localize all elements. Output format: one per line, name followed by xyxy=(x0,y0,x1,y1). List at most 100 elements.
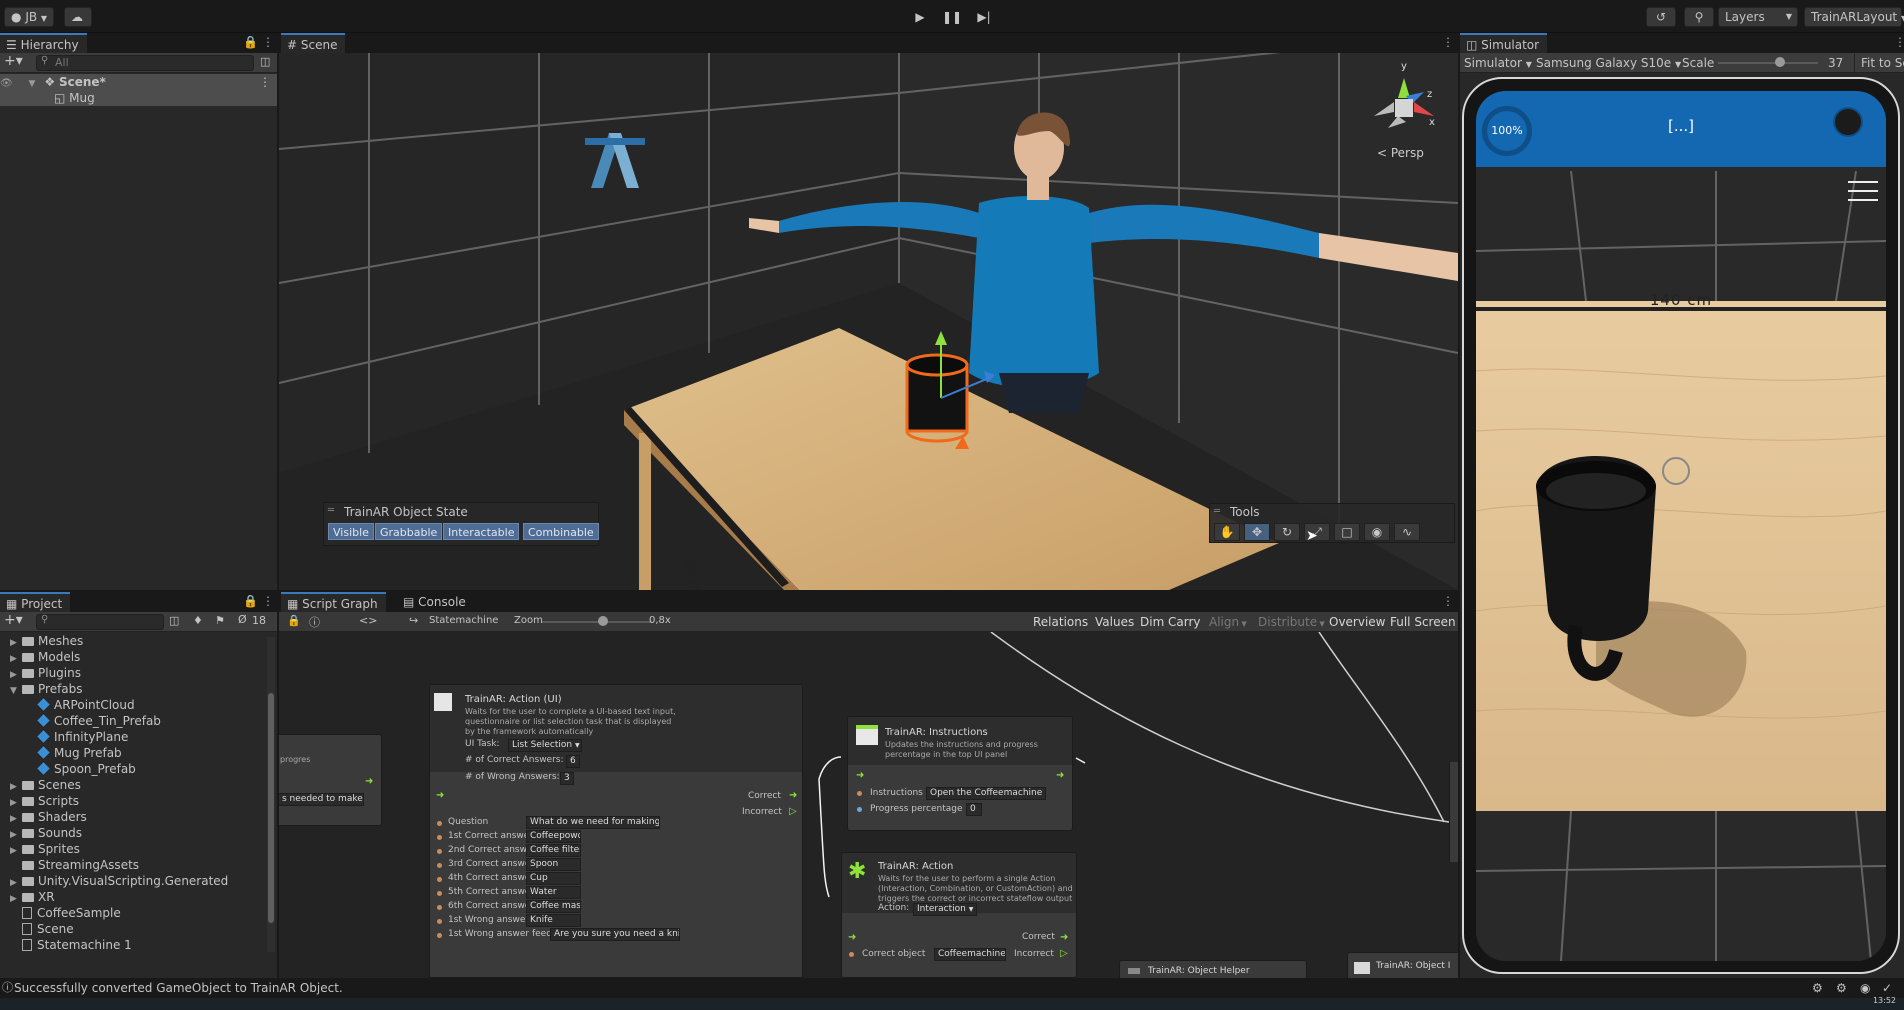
distribute-dropdown[interactable]: Distribute ▼ xyxy=(1255,614,1328,630)
simulator-mode-dropdown[interactable]: Simulator ▼ xyxy=(1464,54,1532,72)
drag-handle-icon[interactable]: ═ xyxy=(328,505,334,516)
port-dot[interactable] xyxy=(437,863,442,868)
rotate-tool-button[interactable]: ↻ xyxy=(1274,523,1300,541)
hamburger-menu-button[interactable] xyxy=(1848,181,1878,203)
hierarchy-object-mug[interactable]: ◱ Mug xyxy=(0,90,277,106)
carry-button[interactable]: Carry xyxy=(1165,614,1204,630)
kebab-menu-icon[interactable]: ⋮ xyxy=(1894,35,1904,49)
project-item[interactable]: StreamingAssets xyxy=(0,857,266,873)
project-item[interactable]: Mug Prefab xyxy=(0,745,266,761)
zoom-slider-thumb[interactable] xyxy=(597,616,608,626)
project-item[interactable]: ▶ Plugins xyxy=(0,665,266,681)
project-item[interactable]: ARPointCloud xyxy=(0,697,266,713)
port-dot[interactable] xyxy=(437,919,442,924)
search-button[interactable]: ⚲ xyxy=(1684,7,1714,27)
project-item[interactable]: Statemachine 1 xyxy=(0,937,266,953)
graph-node-object[interactable]: TrainAR: Object I xyxy=(1347,952,1458,978)
progress-percentage-field[interactable]: 0 xyxy=(966,803,982,816)
port-dot[interactable] xyxy=(437,905,442,910)
correct-object-field[interactable]: Coffeemachine xyxy=(934,948,1006,961)
overview-button[interactable]: Overview xyxy=(1326,614,1389,630)
projection-label[interactable]: < Persp xyxy=(1377,146,1424,160)
project-item[interactable]: Spoon_Prefab xyxy=(0,761,266,777)
tab-script-graph[interactable]: ▦ Script Graph xyxy=(281,592,386,612)
code-icon[interactable]: <> xyxy=(359,614,377,627)
tab-hierarchy[interactable]: ☰ Hierarchy xyxy=(0,33,87,53)
field-value[interactable]: What do we need for making coffe xyxy=(526,816,660,829)
graph-node-partial-left[interactable]: progres ➜ s needed to make xyxy=(279,734,382,826)
port-dot[interactable] xyxy=(437,849,442,854)
project-scrollbar[interactable] xyxy=(267,637,275,952)
scene-viewport[interactable]: y z x < Persp 140 cm ═ TrainAR Object St… xyxy=(279,53,1458,590)
project-search-input[interactable] xyxy=(36,614,164,630)
layers-dropdown[interactable]: Layers ▼ xyxy=(1718,7,1798,27)
device-screen[interactable]: 100% [...] 140 cm xyxy=(1476,91,1886,961)
project-item[interactable]: CoffeeSample xyxy=(0,905,266,921)
play-button[interactable]: ▶ xyxy=(907,7,933,27)
project-item[interactable]: ▼ Prefabs xyxy=(0,681,266,697)
field-value[interactable]: Water xyxy=(526,886,581,899)
pause-button[interactable]: ❚❚ xyxy=(939,7,965,27)
project-item[interactable]: ▶ Sounds xyxy=(0,825,266,841)
grabbable-toggle[interactable]: Grabbable xyxy=(375,523,443,540)
project-item[interactable]: ▶ Meshes xyxy=(0,633,266,649)
port-dot[interactable] xyxy=(437,821,442,826)
relations-button[interactable]: Relations xyxy=(1030,614,1091,630)
kebab-menu-icon[interactable]: ⋮ xyxy=(1442,594,1454,608)
port-dot[interactable] xyxy=(437,877,442,882)
graph-node-action[interactable]: ✱ TrainAR: Action Waits for the user to … xyxy=(841,852,1077,978)
cloud-button[interactable]: ☁ xyxy=(64,7,92,27)
field-value[interactable]: Coffee filter xyxy=(526,844,581,857)
lock-icon[interactable]: 🔒 xyxy=(287,614,301,627)
wrong-answers-field[interactable]: 3 xyxy=(560,772,574,785)
hand-tool-button[interactable]: ✋ xyxy=(1214,523,1240,541)
project-item[interactable]: InfinityPlane xyxy=(0,729,266,745)
transform-tool-button[interactable]: ◉ xyxy=(1364,523,1390,541)
field-value[interactable]: Cup xyxy=(526,872,581,885)
field-value[interactable]: Coffeepowder xyxy=(526,830,581,843)
project-item[interactable]: ▶ Scripts xyxy=(0,793,266,809)
project-item[interactable]: ▶ Sprites xyxy=(0,841,266,857)
kebab-menu-icon[interactable]: ⋮ xyxy=(262,594,274,608)
project-item[interactable]: Scene xyxy=(0,921,266,937)
action-type-dropdown[interactable]: Interaction ▼ xyxy=(913,903,977,916)
kebab-menu-icon[interactable]: ⋮ xyxy=(1442,35,1454,49)
project-item[interactable]: ▶ Shaders xyxy=(0,809,266,825)
info-icon[interactable]: ⓘ xyxy=(309,614,320,630)
graph-canvas[interactable]: progres ➜ s needed to make TrainAR: Acti… xyxy=(279,632,1458,978)
instructions-field[interactable]: Open the Coffeemachine xyxy=(926,787,1046,800)
field-value[interactable]: Are you sure you need a knife to m xyxy=(550,928,680,941)
status-message[interactable]: Successfully converted GameObject to Tra… xyxy=(14,978,343,998)
scrollbar-thumb[interactable] xyxy=(268,693,274,923)
graph-node-object-helper[interactable]: TrainAR: Object Helper xyxy=(1119,960,1307,978)
port-dot[interactable] xyxy=(437,933,442,938)
project-item[interactable]: ▶ Unity.VisualScripting.Generated xyxy=(0,873,266,889)
align-dropdown[interactable]: Align ▼ xyxy=(1206,614,1250,630)
field-value[interactable]: Coffee maschine xyxy=(526,900,581,913)
add-icon[interactable]: +▾ xyxy=(4,53,23,69)
debug-icon[interactable]: ⚙ xyxy=(1812,978,1823,998)
filter-icon[interactable]: ◫ xyxy=(260,55,270,68)
tag-icon[interactable]: ⚑ xyxy=(215,614,225,627)
kebab-menu-icon[interactable]: ⋮ xyxy=(262,35,274,49)
field-value[interactable]: Spoon xyxy=(526,858,581,871)
layout-dropdown[interactable]: TrainARLayout ▼ xyxy=(1804,7,1904,27)
custom-tool-button[interactable]: ∿ xyxy=(1394,523,1420,541)
project-item[interactable]: Coffee_Tin_Prefab xyxy=(0,713,266,729)
history-button[interactable]: ↺ xyxy=(1646,7,1676,27)
tab-project[interactable]: ▦ Project xyxy=(0,592,71,612)
values-button[interactable]: Values xyxy=(1092,614,1137,630)
correct-answers-field[interactable]: 6 xyxy=(566,755,580,768)
move-tool-button[interactable]: ✥ xyxy=(1244,523,1270,541)
filter-by-type-icon[interactable]: ◫ xyxy=(169,614,179,627)
hierarchy-scene-row[interactable]: 👁 ▼ ❖ Scene* ⋮ xyxy=(0,74,277,90)
kebab-menu-icon[interactable]: ⋮ xyxy=(259,74,271,90)
project-item[interactable]: ▶ Scenes xyxy=(0,777,266,793)
visible-toggle[interactable]: Visible xyxy=(328,523,374,540)
check-icon[interactable]: ✓ xyxy=(1882,978,1892,998)
combinable-toggle[interactable]: Combinable xyxy=(523,523,599,540)
breadcrumb[interactable]: Statemachine xyxy=(429,615,498,626)
tab-simulator[interactable]: ◫ Simulator xyxy=(1460,33,1548,53)
account-button[interactable]: ● JB ▼ xyxy=(4,7,54,27)
hierarchy-search-input[interactable]: All xyxy=(36,55,254,71)
